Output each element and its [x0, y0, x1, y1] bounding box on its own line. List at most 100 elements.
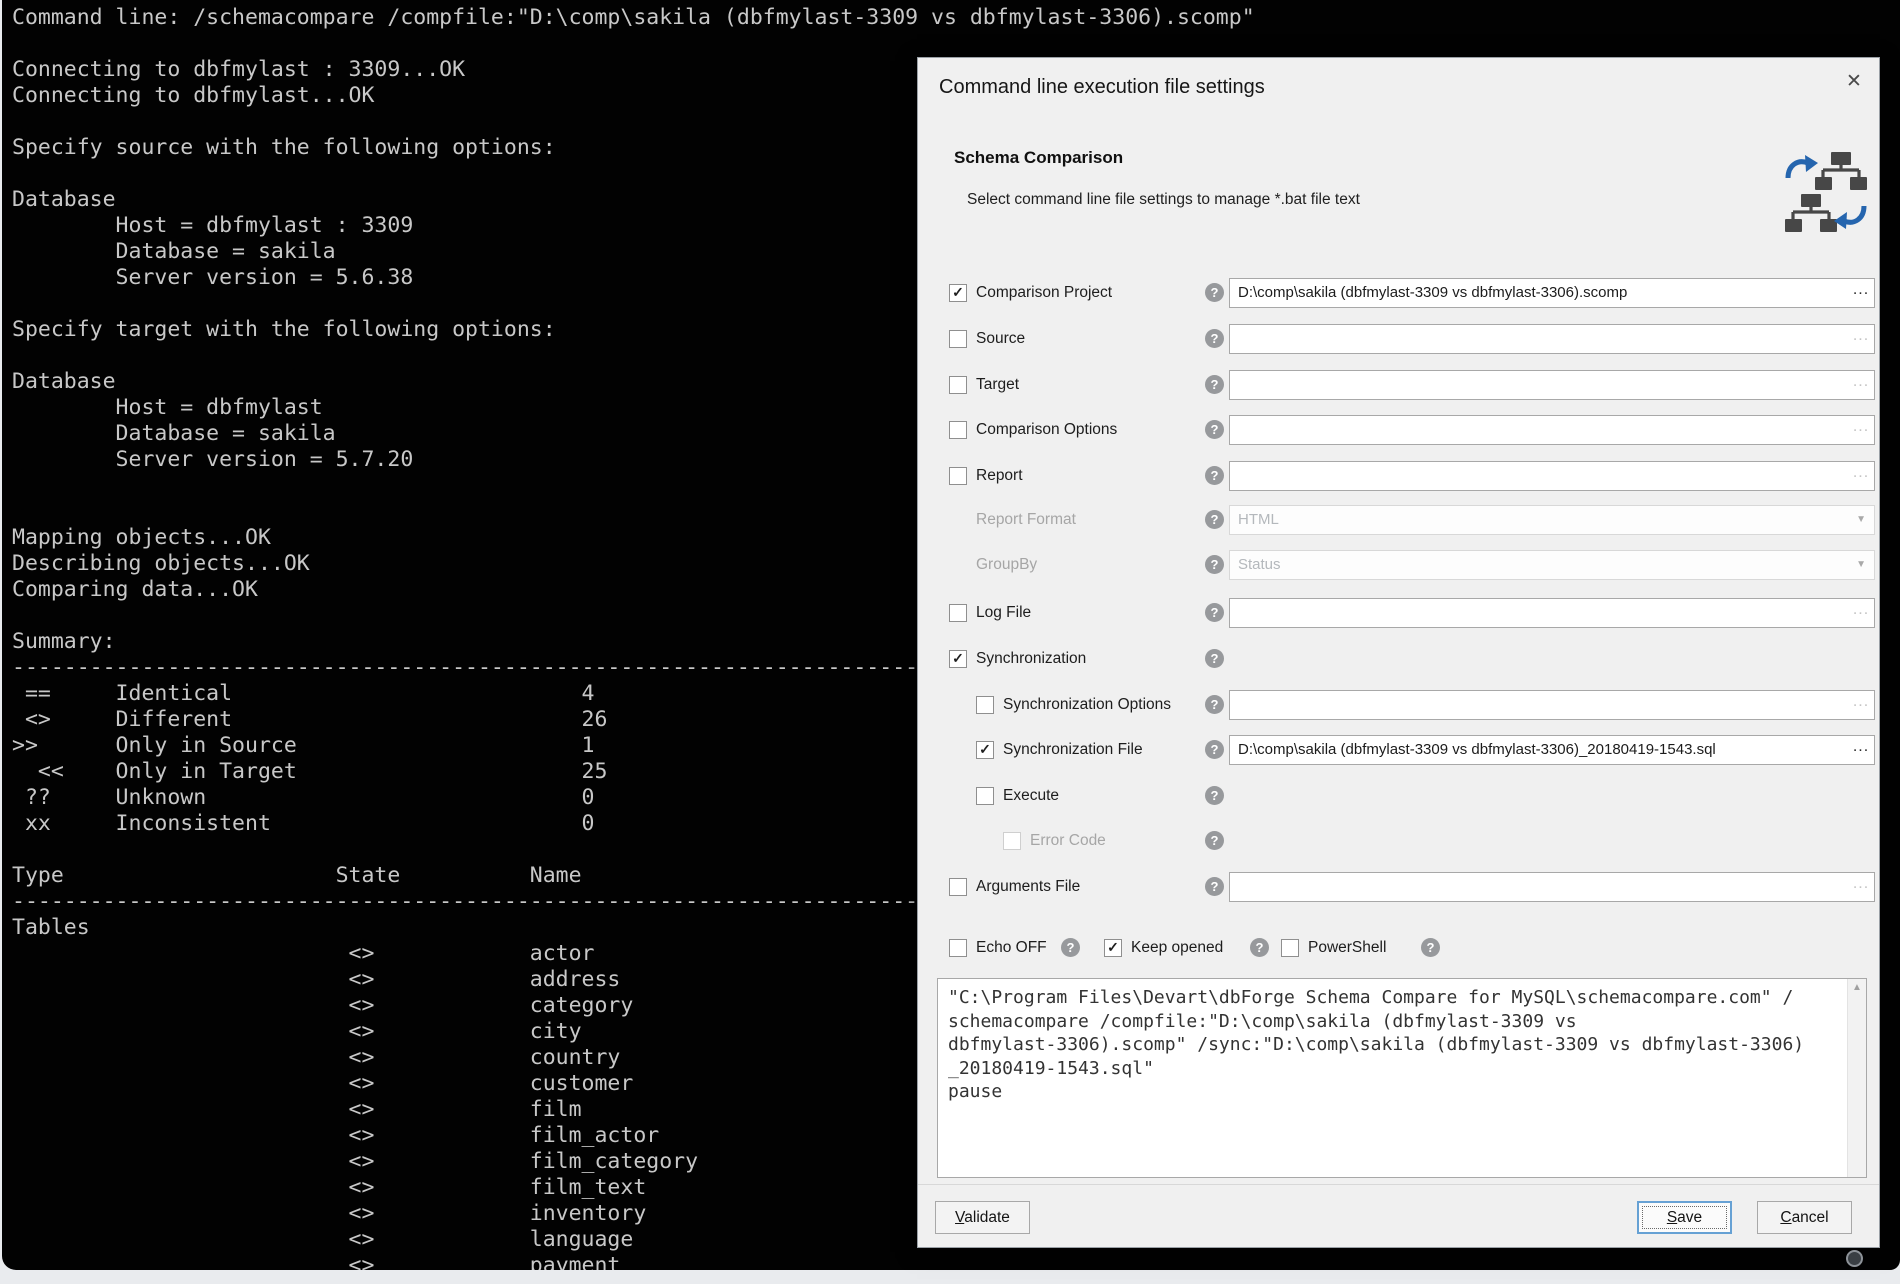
browse-button[interactable]: ... [1850, 322, 1872, 350]
help-icon[interactable]: ? [1205, 877, 1224, 896]
close-icon[interactable]: ✕ [1839, 66, 1869, 96]
help-icon[interactable]: ? [1205, 555, 1224, 574]
scroll-up-icon[interactable]: ▲ [1848, 982, 1866, 993]
powershell-toggle: PowerShell ? [1281, 934, 1451, 962]
keep-opened-toggle: ✓ Keep opened ? [1104, 934, 1279, 962]
arguments-file-field[interactable]: ... [1229, 872, 1875, 902]
bat-text-box[interactable]: "C:\Program Files\Devart\dbForge Schema … [937, 978, 1867, 1178]
browse-button[interactable]: ... [1850, 276, 1872, 304]
bat-text[interactable]: "C:\Program Files\Devart\dbForge Schema … [938, 979, 1847, 1177]
target-checkbox[interactable] [949, 376, 967, 394]
help-icon[interactable]: ? [1205, 649, 1224, 668]
comparison-project-label: Comparison Project [976, 278, 1112, 308]
schema-comparison-icon [1785, 150, 1867, 234]
row-report-format: Report Format ? HTML ▼ [949, 505, 1873, 535]
cancel-button[interactable]: Cancel [1757, 1201, 1852, 1234]
row-synchronization-options: Synchronization Options ? ... [949, 690, 1873, 720]
synchronization-file-field[interactable]: D:\comp\sakila (dbfmylast-3309 vs dbfmyl… [1229, 735, 1875, 765]
mouse-cursor-icon [1846, 1250, 1863, 1267]
synchronization-file-checkbox[interactable]: ✓ [976, 741, 994, 759]
browse-button[interactable]: ... [1850, 870, 1872, 898]
checkmark-icon: ✓ [952, 285, 964, 299]
help-icon[interactable]: ? [1205, 466, 1224, 485]
report-format-label: Report Format [976, 505, 1076, 535]
row-groupby: GroupBy ? Status ▼ [949, 550, 1873, 580]
help-icon[interactable]: ? [1205, 695, 1224, 714]
report-label: Report [976, 461, 1023, 491]
section-subtitle: Select command line file settings to man… [967, 191, 1360, 209]
row-target: Target ? ... [949, 370, 1873, 400]
browse-button[interactable]: ... [1850, 368, 1872, 396]
help-icon[interactable]: ? [1205, 740, 1224, 759]
source-label: Source [976, 324, 1025, 354]
help-icon[interactable]: ? [1421, 938, 1440, 957]
arguments-file-checkbox[interactable] [949, 878, 967, 896]
checkmark-icon: ✓ [979, 742, 991, 756]
validate-button[interactable]: Validate [935, 1201, 1030, 1234]
bat-options-row: Echo OFF ? ✓ Keep opened ? PowerShell ? [949, 934, 1873, 962]
section-title: Schema Comparison [954, 148, 1123, 168]
target-label: Target [976, 370, 1019, 400]
error-code-label: Error Code [1030, 826, 1106, 856]
help-icon[interactable]: ? [1205, 603, 1224, 622]
row-log-file: Log File ? ... [949, 598, 1873, 628]
synchronization-options-label: Synchronization Options [1003, 690, 1171, 720]
echo-off-label: Echo OFF [976, 934, 1047, 962]
report-checkbox[interactable] [949, 467, 967, 485]
target-field[interactable]: ... [1229, 370, 1875, 400]
execute-checkbox[interactable] [976, 787, 994, 805]
help-icon[interactable]: ? [1205, 283, 1224, 302]
source-checkbox[interactable] [949, 330, 967, 348]
help-icon[interactable]: ? [1205, 510, 1224, 529]
help-icon[interactable]: ? [1205, 329, 1224, 348]
browse-button[interactable]: ... [1850, 733, 1872, 761]
row-source: Source ? ... [949, 324, 1873, 354]
help-icon[interactable]: ? [1061, 938, 1080, 957]
help-icon[interactable]: ? [1205, 420, 1224, 439]
log-file-label: Log File [976, 598, 1031, 628]
echo-off-toggle: Echo OFF ? [949, 934, 1099, 962]
execute-label: Execute [1003, 781, 1059, 811]
row-execute: Execute ? [949, 781, 1873, 811]
scrollbar[interactable]: ▲ [1847, 979, 1866, 1177]
source-field[interactable]: ... [1229, 324, 1875, 354]
row-arguments-file: Arguments File ? ... [949, 872, 1873, 902]
comparison-project-value: D:\comp\sakila (dbfmylast-3309 vs dbfmyl… [1238, 279, 1848, 307]
arguments-file-label: Arguments File [976, 872, 1080, 902]
footer-divider [918, 1184, 1879, 1185]
report-format-select[interactable]: HTML ▼ [1229, 505, 1875, 535]
browse-button[interactable]: ... [1850, 688, 1872, 716]
browse-button[interactable]: ... [1850, 413, 1872, 441]
help-icon[interactable]: ? [1205, 375, 1224, 394]
echo-off-checkbox[interactable] [949, 939, 967, 957]
keep-opened-checkbox[interactable]: ✓ [1104, 939, 1122, 957]
help-icon[interactable]: ? [1205, 831, 1224, 850]
browse-button[interactable]: ... [1850, 459, 1872, 487]
log-file-field[interactable]: ... [1229, 598, 1875, 628]
row-synchronization: ✓ Synchronization ? [949, 644, 1873, 674]
report-field[interactable]: ... [1229, 461, 1875, 491]
chevron-down-icon[interactable]: ▼ [1856, 506, 1866, 534]
log-file-checkbox[interactable] [949, 604, 967, 622]
synchronization-checkbox[interactable]: ✓ [949, 650, 967, 668]
synchronization-label: Synchronization [976, 644, 1086, 674]
help-icon[interactable]: ? [1205, 786, 1224, 805]
powershell-checkbox[interactable] [1281, 939, 1299, 957]
comparison-options-field[interactable]: ... [1229, 415, 1875, 445]
save-button[interactable]: Save [1637, 1201, 1732, 1234]
powershell-label: PowerShell [1308, 934, 1386, 962]
browse-button[interactable]: ... [1850, 596, 1872, 624]
synchronization-options-field[interactable]: ... [1229, 690, 1875, 720]
synchronization-options-checkbox[interactable] [976, 696, 994, 714]
chevron-down-icon[interactable]: ▼ [1856, 551, 1866, 579]
synchronization-file-value: D:\comp\sakila (dbfmylast-3309 vs dbfmyl… [1238, 736, 1848, 764]
row-synchronization-file: ✓ Synchronization File ? D:\comp\sakila … [949, 735, 1873, 765]
error-code-checkbox[interactable] [1003, 832, 1021, 850]
comparison-project-field[interactable]: D:\comp\sakila (dbfmylast-3309 vs dbfmyl… [1229, 278, 1875, 308]
groupby-select[interactable]: Status ▼ [1229, 550, 1875, 580]
comparison-project-checkbox[interactable]: ✓ [949, 284, 967, 302]
row-comparison-options: Comparison Options ? ... [949, 415, 1873, 445]
comparison-options-checkbox[interactable] [949, 421, 967, 439]
help-icon[interactable]: ? [1250, 938, 1269, 957]
groupby-label: GroupBy [976, 550, 1037, 580]
